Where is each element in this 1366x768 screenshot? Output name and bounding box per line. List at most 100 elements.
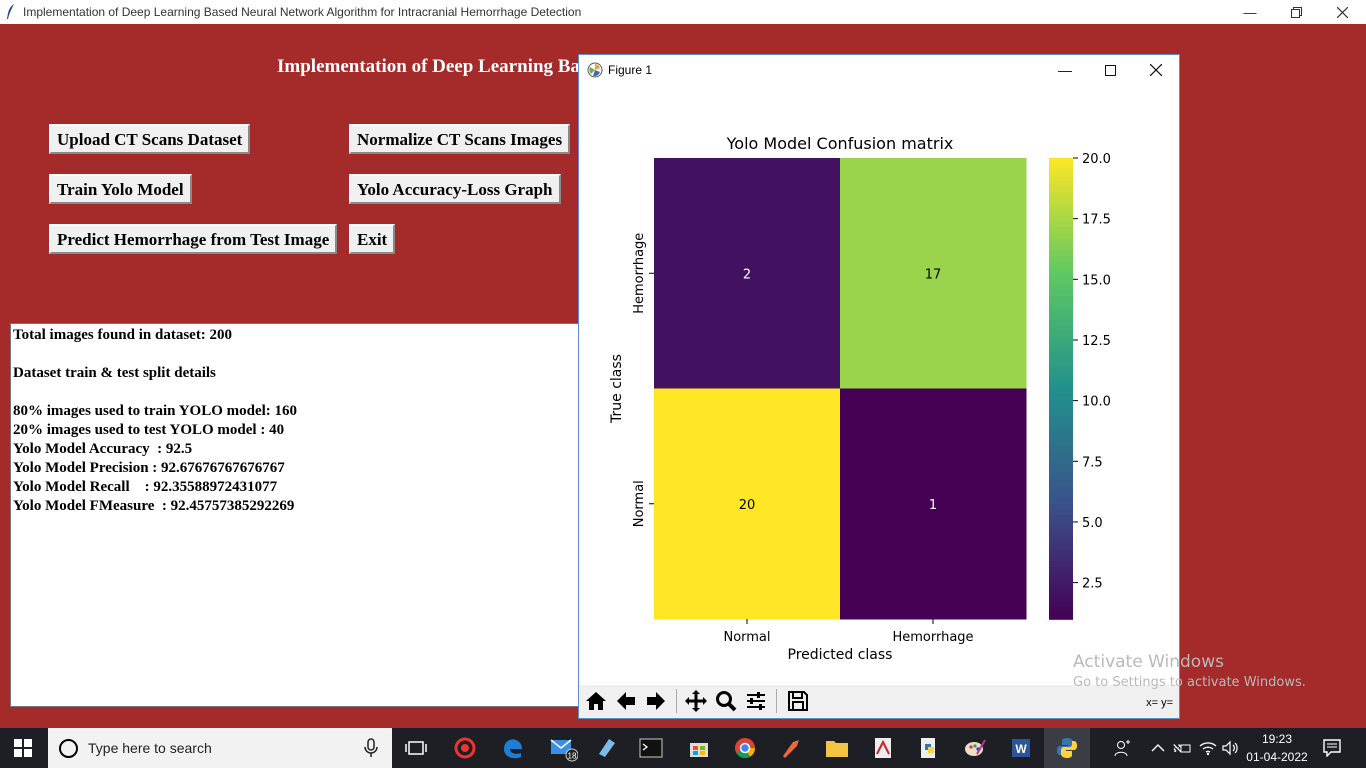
forward-icon <box>647 692 665 710</box>
volume-button[interactable] <box>1222 728 1240 768</box>
colorbar-segment <box>1049 279 1073 286</box>
colorbar-segment <box>1049 221 1073 228</box>
back-button[interactable] <box>612 687 640 715</box>
taskbar-app-terminal[interactable] <box>628 728 674 768</box>
output-line: Yolo Model Precision : 92.67676767676767 <box>13 460 285 476</box>
python-icon <box>1057 738 1077 758</box>
taskbar-clock[interactable]: 19:23 01-04-2022 <box>1246 730 1308 766</box>
colorbar-segment <box>1049 325 1073 332</box>
figure-close-button[interactable] <box>1133 55 1179 85</box>
close-button[interactable] <box>1319 0 1365 24</box>
output-text-area[interactable]: Total images found in dataset: 200 Datas… <box>10 323 582 707</box>
forward-button[interactable] <box>642 687 670 715</box>
colorbar-segment <box>1049 244 1073 251</box>
exit-button[interactable]: Exit <box>349 224 396 254</box>
x-tick-label: Normal <box>723 630 770 645</box>
colorbar-tick-label: 20.0 <box>1082 152 1111 167</box>
chart-title: Yolo Model Confusion matrix <box>726 134 954 153</box>
colorbar-segment <box>1049 549 1073 557</box>
colorbar-segment <box>1049 428 1073 436</box>
colorbar-segment <box>1049 526 1073 534</box>
taskbar-app-chrome[interactable] <box>722 728 768 768</box>
colorbar-segment <box>1049 446 1073 453</box>
wifi-button[interactable] <box>1199 728 1217 768</box>
figure-window: Figure 1 — Yolo Model Confusion matrix 2 1… <box>578 54 1180 719</box>
edge-browser-icon <box>504 739 522 759</box>
home-button[interactable] <box>582 687 610 715</box>
colorbar-segment <box>1049 382 1073 390</box>
figure-maximize-button[interactable] <box>1087 55 1133 85</box>
colorbar-segment <box>1049 169 1073 177</box>
volume-icon <box>1222 740 1238 756</box>
zoom-button[interactable] <box>712 687 740 715</box>
configure-button[interactable] <box>742 687 770 715</box>
colorbar-segment <box>1049 584 1073 591</box>
windows-logo-icon <box>14 739 32 757</box>
accuracy-loss-graph-button[interactable]: Yolo Accuracy-Loss Graph <box>349 174 561 204</box>
antivirus-app-icon <box>454 737 476 759</box>
output-line: 20% images used to test YOLO model : 40 <box>13 422 285 438</box>
close-icon <box>1150 64 1162 76</box>
taskbar-app-tool[interactable] <box>768 728 814 768</box>
colorbar-segment <box>1049 181 1073 188</box>
x-tick-label: Hemorrhage <box>892 630 973 645</box>
colorbar-segment <box>1049 590 1073 597</box>
colorbar-segment <box>1049 613 1073 620</box>
taskbar-app-edge[interactable] <box>490 728 536 768</box>
pdf-app-icon <box>875 738 891 758</box>
y-axis-label: True class <box>609 354 625 424</box>
start-button[interactable] <box>0 728 46 768</box>
taskbar: Type here to search 18 W ℵ 19:23 01-04-2… <box>0 728 1366 768</box>
taskbar-app-notes[interactable] <box>584 728 630 768</box>
notifications-button[interactable] <box>1323 728 1341 768</box>
show-hidden-icons-button[interactable] <box>1151 728 1165 768</box>
terminal-icon <box>639 738 663 758</box>
figure-minimize-button[interactable]: — <box>1042 55 1088 85</box>
cell-value-label: 17 <box>925 267 942 282</box>
restore-icon <box>1290 6 1302 18</box>
colorbar-segment <box>1049 486 1073 494</box>
taskbar-app-file-explorer[interactable] <box>814 728 860 768</box>
minimize-button[interactable]: — <box>1227 0 1273 24</box>
colorbar-segment <box>1049 215 1073 223</box>
colorbar-segment <box>1049 451 1073 459</box>
colorbar-segment <box>1049 532 1073 540</box>
train-model-button[interactable]: Train Yolo Model <box>49 174 192 204</box>
language-indicator[interactable]: ℵ <box>1173 728 1191 768</box>
taskbar-app-antivirus[interactable] <box>442 728 488 768</box>
taskbar-search-box[interactable]: Type here to search <box>48 728 392 768</box>
taskbar-app-store[interactable] <box>676 728 722 768</box>
pan-button[interactable] <box>682 687 710 715</box>
x-axis-label: Predicted class <box>788 647 893 663</box>
colorbar-segment <box>1049 348 1073 355</box>
save-figure-button[interactable] <box>784 687 812 715</box>
colorbar-segment <box>1049 497 1073 505</box>
figure-titlebar: Figure 1 — <box>579 55 1179 85</box>
taskbar-app-pdf[interactable] <box>860 728 906 768</box>
colorbar-segment <box>1049 227 1073 234</box>
normalize-images-button[interactable]: Normalize CT Scans Images <box>349 124 571 154</box>
taskbar-app-python-idle[interactable] <box>906 728 952 768</box>
restore-button[interactable] <box>1273 0 1319 24</box>
task-view-button[interactable] <box>393 728 439 768</box>
app-heading: Implementation of Deep Learning Based Ne… <box>277 56 579 77</box>
maximize-icon <box>1104 64 1116 76</box>
colorbar-tick-label: 10.0 <box>1082 395 1111 410</box>
word-icon: W <box>1012 739 1030 757</box>
output-line: Yolo Model Accuracy : 92.5 <box>13 441 193 457</box>
notes-app-icon <box>599 739 615 757</box>
colorbar-segment <box>1049 394 1073 401</box>
taskbar-app-word[interactable]: W <box>998 728 1044 768</box>
upload-dataset-button[interactable]: Upload CT Scans Dataset <box>49 124 251 154</box>
microphone-icon[interactable] <box>364 738 378 758</box>
predict-button[interactable]: Predict Hemorrhage from Test Image <box>49 224 338 254</box>
keyboard-language-icon: ℵ <box>1173 742 1191 755</box>
taskbar-app-python[interactable] <box>1044 728 1090 768</box>
colorbar-segment <box>1049 492 1073 499</box>
taskbar-app-paint[interactable] <box>952 728 998 768</box>
colorbar-segment <box>1049 336 1073 344</box>
colorbar-tick-label: 2.5 <box>1082 577 1103 592</box>
taskbar-app-mail[interactable]: 18 <box>540 728 586 768</box>
people-button[interactable] <box>1114 728 1132 768</box>
